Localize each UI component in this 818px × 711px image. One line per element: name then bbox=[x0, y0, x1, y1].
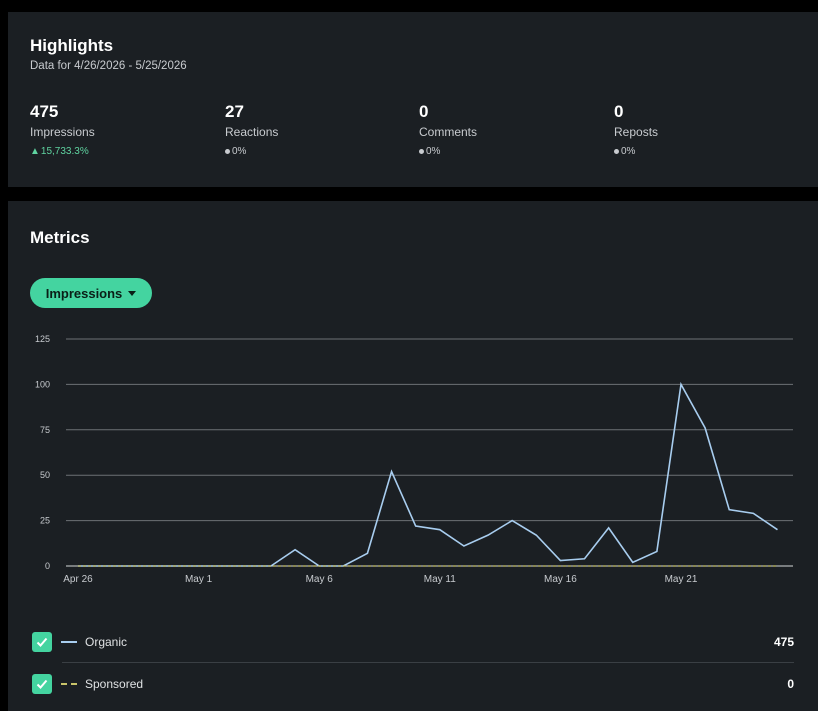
stat-change: ▲15,733.3% bbox=[30, 146, 210, 157]
stat-change-value: 0% bbox=[621, 146, 636, 157]
legend-item-organic[interactable]: Organic 475 bbox=[32, 629, 794, 655]
y-tick-label: 25 bbox=[40, 516, 50, 526]
organic-checkbox[interactable] bbox=[32, 632, 52, 652]
stat-change: 0% bbox=[225, 146, 405, 157]
stat-value: 475 bbox=[30, 102, 59, 121]
y-tick-label: 0 bbox=[45, 561, 50, 571]
stat-label: Comments bbox=[419, 125, 478, 139]
stat-impressions[interactable]: 475 Impressions ▲15,733.3% bbox=[30, 102, 210, 157]
highlights-date-range: Data for 4/26/2026 - 5/25/2026 bbox=[30, 60, 187, 72]
y-tick-label: 125 bbox=[35, 334, 50, 344]
legend-divider bbox=[62, 662, 794, 663]
x-tick-label: May 1 bbox=[185, 574, 213, 585]
stat-change: 0% bbox=[419, 146, 599, 157]
legend-total: 0 bbox=[787, 677, 794, 691]
x-tick-label: May 6 bbox=[306, 574, 334, 585]
stat-change: 0% bbox=[614, 146, 794, 157]
x-tick-label: Apr 26 bbox=[63, 574, 93, 585]
stat-label: Reposts bbox=[614, 125, 659, 139]
neutral-dot-icon bbox=[225, 148, 230, 154]
stat-value: 27 bbox=[225, 102, 244, 121]
neutral-dot-icon bbox=[614, 148, 619, 154]
y-tick-label: 75 bbox=[40, 425, 50, 435]
legend-label: Organic bbox=[85, 635, 128, 649]
stat-change-value: 0% bbox=[426, 146, 441, 157]
stat-value: 0 bbox=[614, 102, 624, 121]
legend-total: 475 bbox=[773, 635, 794, 649]
stat-label: Reactions bbox=[225, 125, 279, 139]
stat-comments[interactable]: 0 Comments 0% bbox=[419, 102, 599, 157]
impressions-line-chart: 0 25 50 75 100 125 Apr 26 May 1 May 6 May 11 May 1… bbox=[35, 334, 793, 585]
metrics-card: Metrics Impressions 0 25 50 75 100 125 Apr 26 M… bbox=[8, 201, 818, 711]
stat-change-value: 15,733.3% bbox=[40, 146, 89, 157]
stat-change-value: 0% bbox=[232, 146, 247, 157]
stat-value: 0 bbox=[419, 102, 429, 121]
stat-reactions[interactable]: 27 Reactions 0% bbox=[225, 102, 405, 157]
trend-up-icon: ▲ bbox=[30, 146, 40, 157]
x-tick-label: May 11 bbox=[424, 574, 456, 585]
stat-label: Impressions bbox=[30, 125, 95, 139]
x-tick-label: May 21 bbox=[665, 574, 698, 585]
sponsored-checkbox[interactable] bbox=[32, 674, 52, 694]
highlights-card: Highlights Data for 4/26/2026 - 5/25/202… bbox=[8, 12, 818, 187]
legend-label: Sponsored bbox=[85, 677, 144, 691]
check-icon bbox=[36, 637, 48, 647]
sponsored-line-swatch bbox=[61, 683, 77, 685]
neutral-dot-icon bbox=[419, 148, 424, 154]
stat-reposts[interactable]: 0 Reposts 0% bbox=[614, 102, 794, 157]
legend-item-sponsored[interactable]: Sponsored 0 bbox=[32, 671, 794, 697]
x-tick-label: May 16 bbox=[544, 574, 577, 585]
check-icon bbox=[36, 679, 48, 689]
y-tick-label: 50 bbox=[40, 470, 50, 480]
y-tick-label: 100 bbox=[35, 379, 50, 389]
organic-line-swatch bbox=[61, 641, 77, 643]
highlights-title: Highlights bbox=[30, 36, 114, 55]
